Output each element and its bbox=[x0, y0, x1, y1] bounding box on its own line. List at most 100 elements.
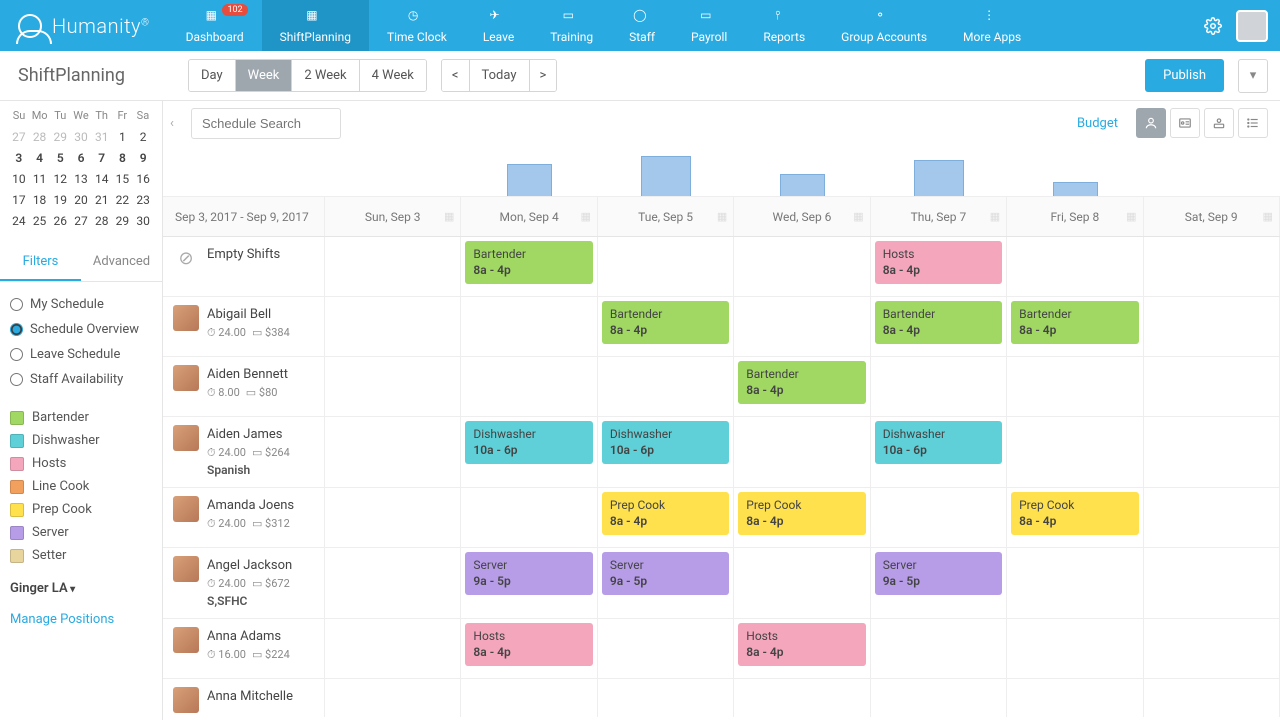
position-setter[interactable]: Setter bbox=[10, 544, 152, 567]
cal-day[interactable]: 16 bbox=[134, 170, 152, 188]
day-cell[interactable] bbox=[1144, 619, 1280, 678]
day-cell[interactable]: Bartender8a - 4p bbox=[734, 357, 870, 416]
employee-name[interactable]: Anna Adams bbox=[207, 627, 290, 647]
view-week[interactable]: Week bbox=[236, 60, 293, 91]
day-cell[interactable] bbox=[325, 357, 461, 416]
day-cell[interactable] bbox=[871, 357, 1007, 416]
day-cell[interactable] bbox=[1144, 297, 1280, 356]
cal-day[interactable]: 25 bbox=[31, 212, 49, 230]
cal-day[interactable]: 7 bbox=[93, 149, 111, 167]
day-cell[interactable]: Dishwasher10a - 6p bbox=[598, 417, 734, 487]
day-cell[interactable]: Bartender8a - 4p bbox=[598, 297, 734, 356]
location-select[interactable]: Ginger LA bbox=[10, 581, 152, 596]
cal-day[interactable]: 29 bbox=[114, 212, 132, 230]
day-cell[interactable] bbox=[461, 488, 597, 547]
cal-day[interactable]: 4 bbox=[31, 149, 49, 167]
position-prep-cook[interactable]: Prep Cook bbox=[10, 498, 152, 521]
day-cell[interactable] bbox=[1144, 417, 1280, 487]
view-4week[interactable]: 4 Week bbox=[360, 60, 426, 91]
nav-payroll[interactable]: ▭Payroll bbox=[673, 0, 745, 51]
cal-day[interactable]: 2 bbox=[134, 128, 152, 146]
cal-day[interactable]: 23 bbox=[134, 191, 152, 209]
shift-block[interactable]: Hosts8a - 4p bbox=[875, 241, 1002, 284]
cal-day[interactable]: 26 bbox=[51, 212, 69, 230]
shift-block[interactable]: Server9a - 5p bbox=[602, 552, 729, 595]
shift-block[interactable]: Bartender8a - 4p bbox=[465, 241, 592, 284]
shift-block[interactable]: Bartender8a - 4p bbox=[1011, 301, 1138, 344]
day-cell[interactable] bbox=[598, 357, 734, 416]
avatar[interactable] bbox=[173, 425, 199, 451]
cal-day[interactable]: 17 bbox=[10, 191, 28, 209]
avatar[interactable] bbox=[173, 687, 199, 713]
prev-button[interactable]: < bbox=[442, 60, 470, 91]
day-cell[interactable]: Bartender8a - 4p bbox=[871, 297, 1007, 356]
day-cell[interactable] bbox=[1144, 548, 1280, 618]
day-cell[interactable] bbox=[1144, 237, 1280, 296]
day-cell[interactable] bbox=[325, 237, 461, 296]
cal-day[interactable]: 27 bbox=[10, 128, 28, 146]
day-header[interactable]: Mon, Sep 4▦ bbox=[461, 197, 597, 236]
cal-day[interactable]: 28 bbox=[93, 212, 111, 230]
employee-name[interactable]: Amanda Joens bbox=[207, 496, 294, 516]
day-header[interactable]: Tue, Sep 5▦ bbox=[598, 197, 734, 236]
day-cell[interactable] bbox=[1144, 679, 1280, 717]
day-cell[interactable] bbox=[1007, 237, 1143, 296]
position-line-cook[interactable]: Line Cook bbox=[10, 475, 152, 498]
view-person-icon[interactable] bbox=[1136, 108, 1166, 138]
shift-block[interactable]: Bartender8a - 4p bbox=[738, 361, 865, 404]
view-position-icon[interactable] bbox=[1170, 108, 1200, 138]
day-cell[interactable] bbox=[871, 488, 1007, 547]
day-cell[interactable]: Bartender8a - 4p bbox=[1007, 297, 1143, 356]
radio-staff-availability[interactable]: Staff Availability bbox=[10, 367, 152, 392]
day-cell[interactable] bbox=[598, 679, 734, 717]
cal-day[interactable]: 8 bbox=[114, 149, 132, 167]
day-cell[interactable] bbox=[734, 679, 870, 717]
day-cell[interactable]: Prep Cook8a - 4p bbox=[598, 488, 734, 547]
day-cell[interactable] bbox=[871, 679, 1007, 717]
shift-block[interactable]: Bartender8a - 4p bbox=[875, 301, 1002, 344]
avatar[interactable] bbox=[173, 365, 199, 391]
day-cell[interactable] bbox=[598, 619, 734, 678]
day-cell[interactable]: Dishwasher10a - 6p bbox=[871, 417, 1007, 487]
day-cell[interactable] bbox=[871, 619, 1007, 678]
collapse-sidebar-icon[interactable]: ‹ bbox=[163, 116, 181, 131]
cal-day[interactable]: 14 bbox=[93, 170, 111, 188]
day-cell[interactable]: Hosts8a - 4p bbox=[734, 619, 870, 678]
nav-moreapps[interactable]: ⋮More Apps bbox=[945, 0, 1039, 51]
tab-filters[interactable]: Filters bbox=[0, 244, 81, 281]
view-2week[interactable]: 2 Week bbox=[292, 60, 359, 91]
cal-day[interactable]: 15 bbox=[114, 170, 132, 188]
view-list-icon[interactable] bbox=[1238, 108, 1268, 138]
cal-day[interactable]: 28 bbox=[31, 128, 49, 146]
position-dishwasher[interactable]: Dishwasher bbox=[10, 429, 152, 452]
shift-block[interactable]: Server9a - 5p bbox=[875, 552, 1002, 595]
employee-name[interactable]: Abigail Bell bbox=[207, 305, 290, 325]
publish-dropdown[interactable]: ▾ bbox=[1238, 59, 1268, 93]
nav-dashboard[interactable]: ▦Dashboard102 bbox=[168, 0, 262, 51]
day-cell[interactable] bbox=[1144, 488, 1280, 547]
cal-day[interactable]: 30 bbox=[134, 212, 152, 230]
cal-day[interactable]: 18 bbox=[31, 191, 49, 209]
day-cell[interactable] bbox=[325, 619, 461, 678]
avatar[interactable] bbox=[173, 305, 199, 331]
day-cell[interactable] bbox=[734, 548, 870, 618]
position-server[interactable]: Server bbox=[10, 521, 152, 544]
day-header[interactable]: Sat, Sep 9▦ bbox=[1144, 197, 1280, 236]
employee-name[interactable]: Angel Jackson bbox=[207, 556, 292, 576]
manage-positions-link[interactable]: Manage Positions bbox=[10, 612, 152, 627]
day-cell[interactable]: Server9a - 5p bbox=[461, 548, 597, 618]
cal-day[interactable]: 10 bbox=[10, 170, 28, 188]
employee-name[interactable]: Aiden Bennett bbox=[207, 365, 288, 385]
day-cell[interactable] bbox=[325, 297, 461, 356]
cal-day[interactable]: 21 bbox=[93, 191, 111, 209]
shift-block[interactable]: Dishwasher10a - 6p bbox=[875, 421, 1002, 464]
avatar[interactable] bbox=[173, 627, 199, 653]
cal-day[interactable]: 9 bbox=[134, 149, 152, 167]
day-cell[interactable]: Server9a - 5p bbox=[598, 548, 734, 618]
cal-day[interactable]: 11 bbox=[31, 170, 49, 188]
day-cell[interactable] bbox=[1007, 619, 1143, 678]
avatar[interactable] bbox=[173, 556, 199, 582]
nav-reports[interactable]: ⫯Reports bbox=[745, 0, 823, 51]
avatar[interactable] bbox=[173, 496, 199, 522]
cal-day[interactable]: 19 bbox=[51, 191, 69, 209]
